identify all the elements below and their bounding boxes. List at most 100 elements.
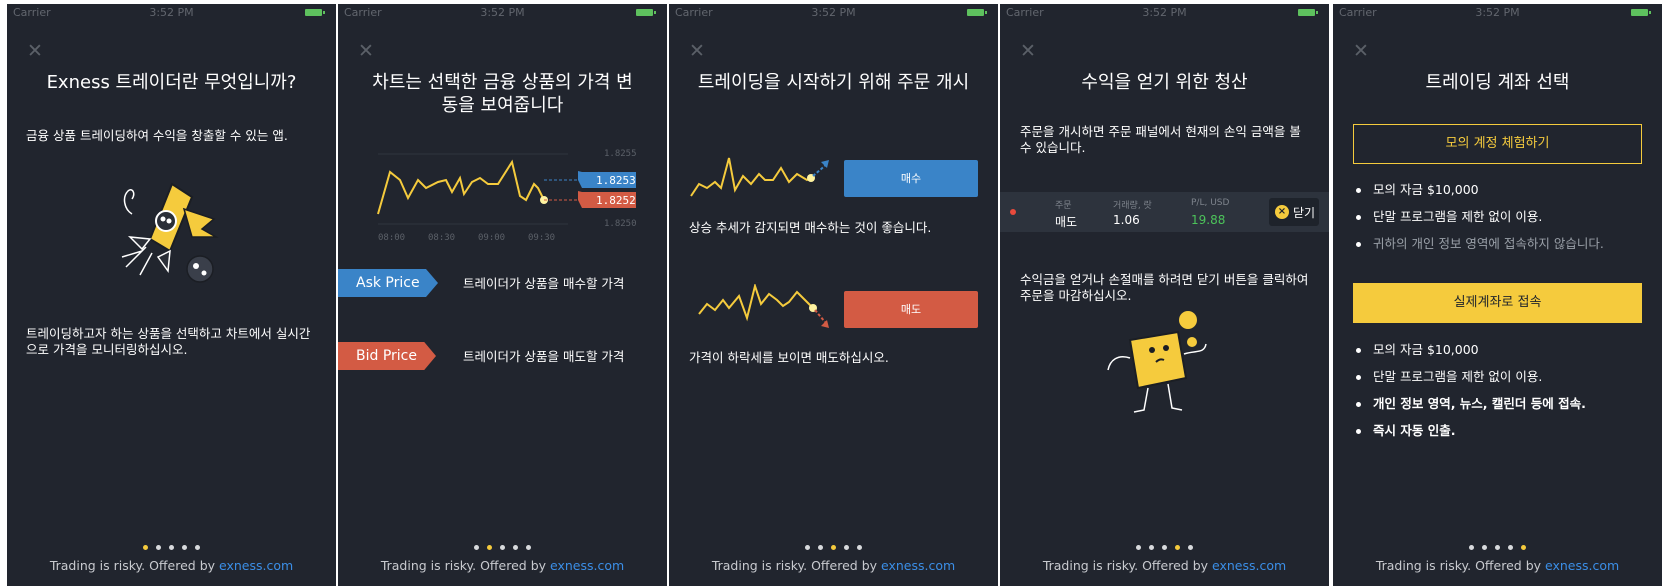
time-tick: 09:30 bbox=[528, 233, 555, 243]
page-dot bbox=[818, 545, 823, 550]
bid-price-desc: 트레이더가 상품을 매도할 가격 bbox=[463, 349, 625, 364]
close-icon[interactable]: ✕ bbox=[358, 42, 376, 61]
risk-footer: Trading is risky. Offered by exness.com bbox=[338, 558, 667, 573]
page-title: Exness 트레이더란 무엇입니까? bbox=[46, 72, 297, 93]
battery-icon bbox=[305, 9, 325, 16]
clock: 3:52 PM bbox=[480, 6, 525, 19]
monitor-text: 트레이딩하고자 하는 상품을 선택하고 차트에서 실시간으로 가격을 모니터링하… bbox=[26, 326, 311, 357]
rocket-illustration bbox=[121, 182, 219, 283]
price-tick-bottom: 1.8250 bbox=[604, 219, 637, 229]
battery-icon bbox=[636, 9, 656, 16]
time-tick: 08:30 bbox=[428, 233, 455, 243]
page-indicator bbox=[1000, 545, 1329, 550]
footer-link[interactable]: exness.com bbox=[550, 558, 624, 573]
risk-footer: Trading is risky. Offered by exness.com bbox=[1333, 558, 1662, 573]
volume-header: 거래량, 랏 bbox=[1113, 201, 1152, 211]
list-item: 모의 자금 $10,000 bbox=[1353, 342, 1586, 369]
page-title: 차트는 선택한 금융 상품의 가격 변동을 보여줍니다 bbox=[372, 72, 633, 116]
close-icon[interactable]: ✕ bbox=[1020, 42, 1038, 61]
wallet-character-illustration bbox=[1107, 311, 1207, 413]
demo-benefits-list: 모의 자금 $10,000 단말 프로그램을 제한 없이 이용. 귀하의 개인 … bbox=[1353, 182, 1604, 263]
page-indicator bbox=[669, 545, 998, 550]
time-tick: 08:00 bbox=[378, 233, 405, 243]
battery-icon bbox=[1298, 9, 1318, 16]
close-instruction-text: 수익금을 얻거나 손절매를 하려면 닫기 버튼을 클릭하여 주문을 마감하십시오… bbox=[1020, 272, 1309, 303]
page-dot bbox=[1188, 545, 1193, 550]
footer-link[interactable]: exness.com bbox=[219, 558, 293, 573]
page-dot-active bbox=[143, 545, 148, 550]
close-icon[interactable]: ✕ bbox=[689, 42, 707, 61]
order-header: 주문 bbox=[1055, 201, 1072, 211]
close-order-label: 닫기 bbox=[1293, 206, 1316, 220]
clock: 3:52 PM bbox=[1142, 6, 1187, 19]
list-item: 단말 프로그램을 제한 없이 이용. bbox=[1353, 209, 1604, 236]
page-dot bbox=[195, 545, 200, 550]
close-order-button[interactable]: × 닫기 bbox=[1269, 198, 1319, 226]
page-title: 트레이딩을 시작하기 위해 주문 개시 bbox=[697, 72, 970, 93]
pl-header: P/L, USD bbox=[1191, 198, 1230, 208]
price-chart-illustration: 1.8253 1.8252 1.8255 1.8250 08:00 08:30 … bbox=[377, 149, 637, 243]
close-icon[interactable]: ✕ bbox=[1353, 42, 1371, 61]
onboarding-screen-2: Carrier 3:52 PM ✕ 차트는 선택한 금융 상품의 가격 변동을 … bbox=[338, 4, 667, 586]
page-dot bbox=[526, 545, 531, 550]
price-tick-top: 1.8255 bbox=[604, 149, 637, 159]
page-dot-active bbox=[1521, 545, 1526, 550]
risk-footer: Trading is risky. Offered by exness.com bbox=[7, 558, 336, 573]
demo-account-button[interactable]: 모의 계정 체험하기 bbox=[1353, 124, 1642, 164]
page-dot-active bbox=[1175, 545, 1180, 550]
onboarding-screen-5: Carrier 3:52 PM ✕ 트레이딩 계좌 선택 모의 계정 체험하기 … bbox=[1333, 4, 1662, 586]
ask-price-desc: 트레이더가 상품을 매수할 가격 bbox=[463, 276, 625, 291]
ask-price-label: 1.8253 bbox=[596, 174, 636, 187]
onboarding-screen-3: Carrier 3:52 PM ✕ 트레이딩을 시작하기 위해 주문 개시 매수… bbox=[669, 4, 998, 586]
footer-text: Trading is risky. Offered by bbox=[49, 558, 219, 573]
intro-text: 금융 상품 트레이딩하여 수익을 창출할 수 있는 앱. bbox=[26, 128, 288, 143]
status-bar: Carrier 3:52 PM bbox=[7, 4, 336, 22]
page-dot bbox=[474, 545, 479, 550]
battery-icon bbox=[967, 9, 987, 16]
page-dot bbox=[857, 545, 862, 550]
downtrend-line-icon bbox=[698, 284, 829, 328]
page-dot bbox=[513, 545, 518, 550]
page-dot-active bbox=[487, 545, 492, 550]
status-bar: Carrier 3:52 PM bbox=[669, 4, 998, 22]
page-dot bbox=[1136, 545, 1141, 550]
risk-footer: Trading is risky. Offered by exness.com bbox=[1000, 558, 1329, 573]
page-dot bbox=[156, 545, 161, 550]
page-dot-active bbox=[831, 545, 836, 550]
page-indicator bbox=[7, 545, 336, 550]
list-item: 즉시 자동 인출. bbox=[1353, 423, 1586, 450]
buy-button[interactable]: 매수 bbox=[844, 160, 978, 197]
bid-price-tag: Bid Price bbox=[338, 342, 436, 370]
footer-text: Trading is risky. Offered by bbox=[711, 558, 881, 573]
footer-link[interactable]: exness.com bbox=[1545, 558, 1619, 573]
pl-value: 19.88 bbox=[1191, 213, 1226, 227]
page-dot bbox=[844, 545, 849, 550]
list-item: 모의 자금 $10,000 bbox=[1353, 182, 1604, 209]
page-indicator bbox=[338, 545, 667, 550]
page-title: 수익을 얻기 위한 청산 bbox=[1081, 72, 1248, 93]
footer-text: Trading is risky. Offered by bbox=[1042, 558, 1212, 573]
close-icon[interactable]: ✕ bbox=[27, 42, 45, 61]
real-account-button[interactable]: 실제계좌로 접속 bbox=[1353, 283, 1642, 323]
page-indicator bbox=[1333, 545, 1662, 550]
page-dot bbox=[182, 545, 187, 550]
sell-button[interactable]: 매도 bbox=[844, 291, 978, 328]
close-icon: × bbox=[1275, 205, 1289, 219]
buy-desc: 상승 추세가 감지되면 매수하는 것이 좋습니다. bbox=[689, 220, 932, 235]
footer-link[interactable]: exness.com bbox=[881, 558, 955, 573]
bid-price-label: 1.8252 bbox=[596, 194, 636, 207]
status-bar: Carrier 3:52 PM bbox=[1000, 4, 1329, 22]
footer-link[interactable]: exness.com bbox=[1212, 558, 1286, 573]
order-panel: 주문 매도 거래량, 랏 1.06 P/L, USD 19.88 × 닫기 bbox=[1000, 192, 1329, 232]
page-title: 트레이딩 계좌 선택 bbox=[1425, 72, 1570, 93]
list-item: 귀하의 개인 정보 영역에 접속하지 않습니다. bbox=[1353, 236, 1604, 263]
clock: 3:52 PM bbox=[811, 6, 856, 19]
ask-price-tag: Ask Price bbox=[338, 269, 438, 297]
footer-text: Trading is risky. Offered by bbox=[1375, 558, 1545, 573]
page-dot bbox=[1482, 545, 1487, 550]
clock: 3:52 PM bbox=[149, 6, 194, 19]
page-dot bbox=[805, 545, 810, 550]
status-bar: Carrier 3:52 PM bbox=[1333, 4, 1662, 22]
page-dot bbox=[1162, 545, 1167, 550]
battery-icon bbox=[1631, 9, 1651, 16]
